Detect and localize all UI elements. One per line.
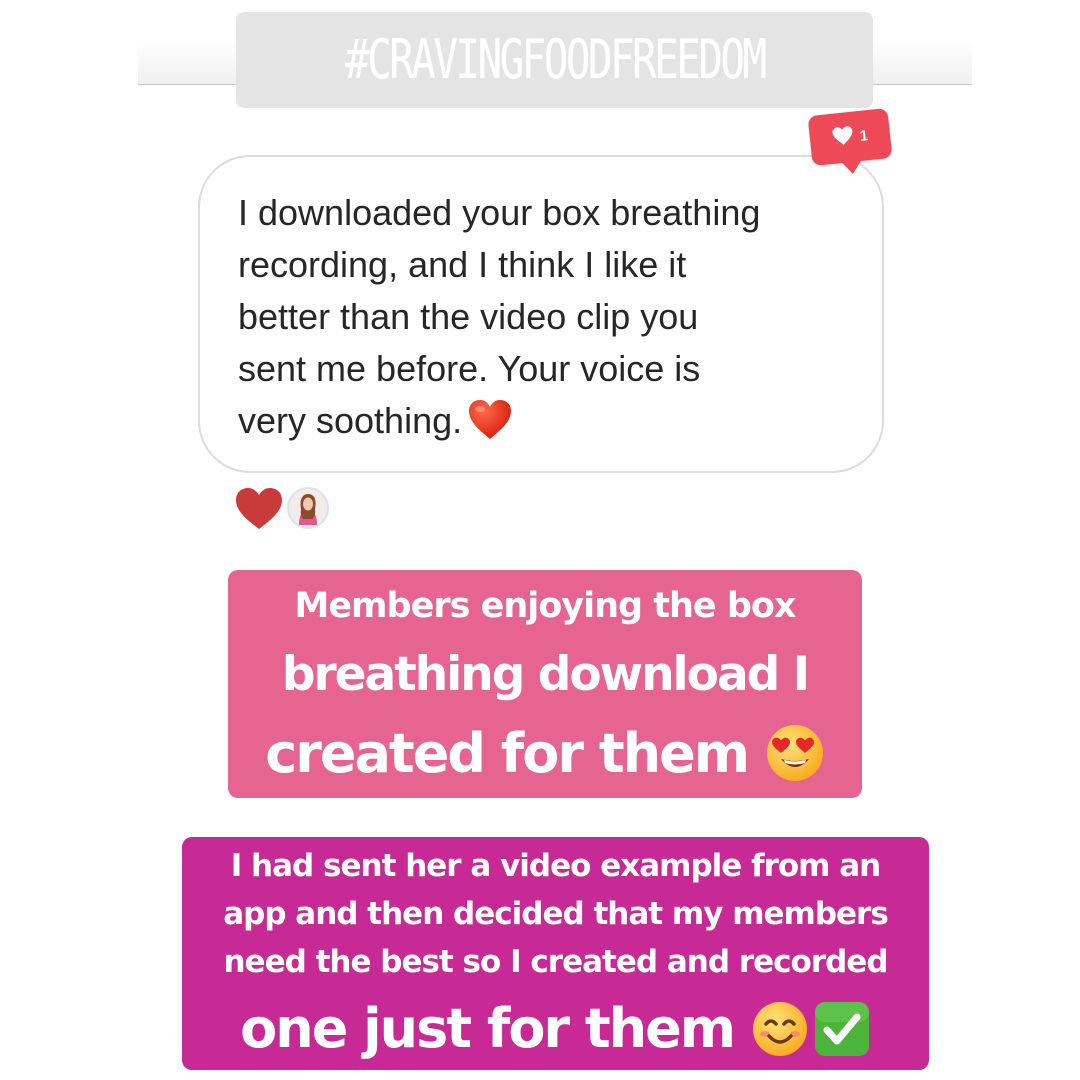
caption-explanation[interactable]: I had sent her a video example from an a… [182,837,929,1070]
caption-line-with-emoji: one just for them [182,993,929,1068]
message-line: sent me before. Your voice is [238,348,701,389]
message-text: I downloaded your box breathing recordin… [238,187,858,455]
reaction-heart-icon[interactable] [235,487,283,535]
caption-line: one just for them [240,997,736,1060]
caption-line: need the best so I created and recorded [223,944,888,980]
message-line: very soothing. [238,400,463,441]
avatar[interactable] [287,487,329,529]
heart-icon [831,125,855,151]
red-heart-emoji [468,399,512,455]
caption-line: app and then decided that my members [223,896,889,932]
caption-line: Members enjoying the box [294,586,796,626]
message-line: I downloaded your box breathing [238,192,761,233]
like-notification-badge[interactable]: 1 [807,107,893,167]
heart-eyes-emoji [765,719,825,795]
check-mark-button-emoji [813,996,871,1068]
message-bubble[interactable]: I downloaded your box breathing recordin… [198,155,884,473]
message-line-last: very soothing. [238,395,858,455]
like-count: 1 [858,126,869,145]
message-line: better than the video clip you [238,296,699,337]
caption-line: created for them [265,722,750,785]
smiling-face-emoji [751,996,809,1068]
hashtag-sticker[interactable]: #CRAVINGFOODFREEDOM [236,12,873,108]
caption-line: breathing download I [281,647,810,702]
caption-line-with-emoji: created for them [228,716,862,795]
caption-members-enjoying[interactable]: Members enjoying the box breathing downl… [228,570,862,798]
message-line: recording, and I think I like it [238,244,687,285]
caption-line: I had sent her a video example from an [230,848,882,884]
hashtag-text: #CRAVINGFOODFREEDOM [344,28,767,92]
